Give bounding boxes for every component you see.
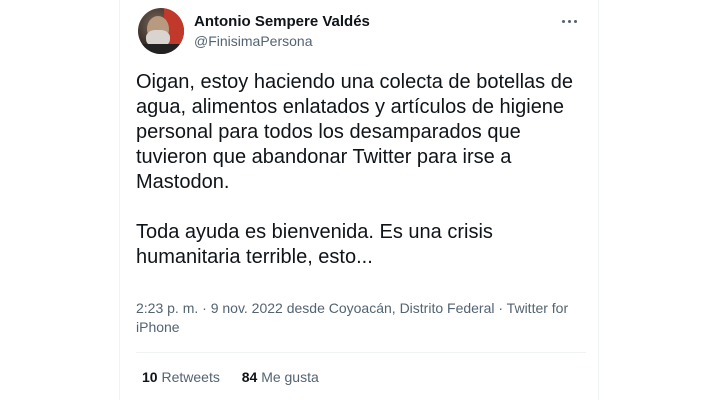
more-icon [561, 19, 577, 23]
author-name[interactable]: Antonio Sempere Valdés [194, 13, 370, 30]
tweet-metadata[interactable]: 2:23 p. m. · 9 nov. 2022 desde Coyoacán,… [136, 299, 576, 337]
retweets-count: 10 [142, 369, 158, 385]
avatar[interactable] [138, 8, 184, 54]
tweet-text: Oigan, estoy haciendo una colecta de bot… [136, 70, 586, 270]
frame-left-border [119, 0, 120, 400]
retweets-label: Retweets [161, 369, 220, 385]
likes-count: 84 [241, 369, 258, 385]
divider [136, 352, 586, 353]
frame-right-border [598, 0, 599, 400]
tweet-paragraph-2: Toda ayuda es bienvenida. Es una crisis … [136, 221, 493, 268]
tweet-paragraph-1: Oigan, estoy haciendo una colecta de bot… [136, 71, 573, 193]
retweets-stat[interactable]: 10 Retweets [142, 369, 220, 385]
likes-label: Me gusta [261, 369, 319, 385]
author-handle[interactable]: @FinisimaPersona [194, 33, 312, 49]
tweet: Antonio Sempere Valdés @FinisimaPersona … [136, 0, 586, 400]
tweet-stats: 10 Retweets 84 Me gusta [142, 369, 319, 385]
likes-stat[interactable]: 84 Me gusta [242, 369, 319, 385]
more-button[interactable] [554, 8, 584, 34]
avatar-shirt [138, 44, 184, 54]
